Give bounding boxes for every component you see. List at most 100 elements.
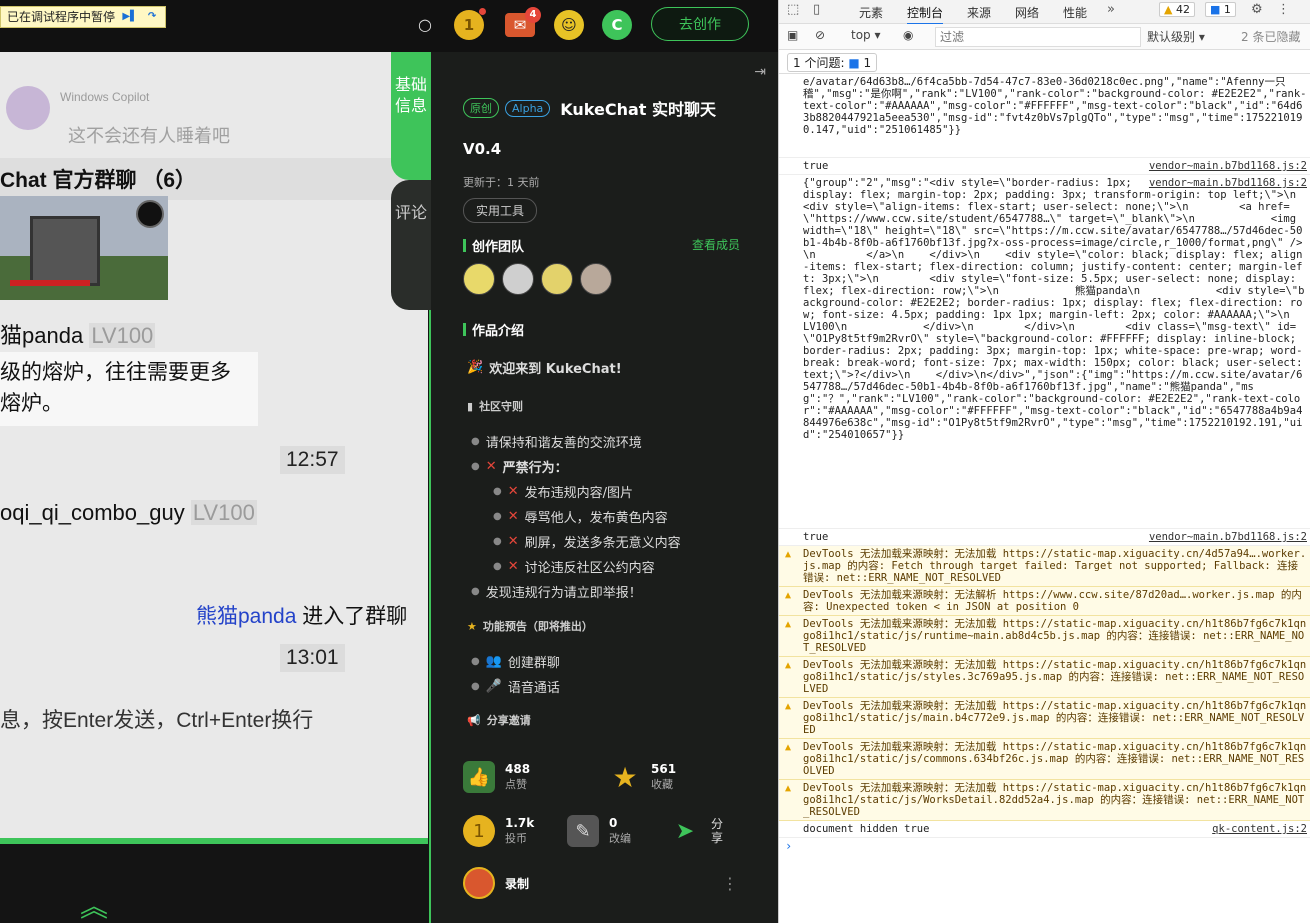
log-level-text: 默认级别	[1147, 30, 1196, 44]
hidden-count: 2 条已隐藏	[1241, 30, 1301, 44]
console-prompt[interactable]: ›	[779, 838, 1310, 856]
ccw-logo-icon[interactable]: C	[602, 10, 632, 40]
rule-item: ● 请保持和谐友善的交流环境	[471, 432, 642, 451]
adapt-button[interactable]: ✎ 0 改编	[567, 815, 631, 847]
favorite-label: 收藏	[651, 778, 673, 791]
step-over-icon[interactable]: ↷	[145, 10, 159, 24]
create-button[interactable]: 去创作	[651, 7, 749, 41]
inspect-icon[interactable]: ⬚	[787, 2, 799, 17]
tab-console[interactable]: 控制台	[907, 4, 944, 25]
updated-time: 更新于：1 天前	[463, 176, 540, 189]
log-level-select[interactable]: 默认级别 ▾	[1147, 28, 1205, 45]
issues-bar: 1 个问题: ■ 1	[779, 50, 1310, 74]
tab-performance[interactable]: 性能	[1063, 4, 1087, 21]
coin-icon[interactable]: 1	[454, 8, 486, 40]
console-output: e/avatar/64d63b8…/6f4ca5bb-7d54-47c7-83e…	[779, 74, 1310, 923]
gear-icon[interactable]: ⚙	[1251, 2, 1263, 17]
sidebar-toggle-icon[interactable]: ▣	[787, 28, 798, 42]
source-link[interactable]: qk-content.js:2	[1212, 823, 1307, 835]
console-message: vendor~main.b7bd1168.js:2 {"group":"2","m…	[779, 175, 1310, 529]
source-link[interactable]: vendor~main.b7bd1168.js:2	[1149, 531, 1307, 543]
join-username[interactable]: 熊猫panda	[196, 605, 296, 628]
cross-icon: ✕	[507, 559, 519, 574]
console-warning: DevTools 无法加载来源映射：无法加载 https://static-ma…	[779, 780, 1310, 821]
feature-item: ● 🎤 语音通话	[471, 679, 560, 696]
forbid-item: ● ✕ 辱骂他人，发布黄色内容	[493, 509, 668, 526]
tab-sources[interactable]: 来源	[967, 4, 991, 21]
collapse-icon[interactable]: ⇥	[754, 64, 766, 80]
context-text: top	[851, 28, 871, 42]
filter-input[interactable]	[935, 27, 1141, 47]
tab-elements[interactable]: 元素	[859, 4, 883, 21]
star-icon: ★	[612, 760, 638, 794]
device-toggle-icon[interactable]: ▯	[813, 2, 820, 17]
avatar[interactable]	[463, 263, 495, 295]
avatar[interactable]	[541, 263, 573, 295]
message-input[interactable]: 息，按Enter发送，Ctrl+Enter换行	[0, 704, 313, 734]
rules-heading: ▮ 社区守则	[467, 398, 523, 414]
issues-button[interactable]: 1 个问题: ■ 1	[787, 53, 878, 72]
view-members-link[interactable]: 查看成员	[692, 236, 740, 253]
forbidden-heading: ● ✕ 严禁行为：	[471, 459, 568, 476]
megaphone-icon: 📢	[467, 713, 481, 727]
version: V0.4	[463, 140, 502, 158]
adapt-count: 0	[609, 816, 618, 830]
message-line: 熔炉。	[0, 392, 63, 415]
favorite-button[interactable]: ★ 561 收藏	[609, 760, 676, 794]
feature-item: ● 👥 创建群聊	[471, 654, 560, 671]
warning-count[interactable]: ▲ 42	[1159, 2, 1195, 17]
message-time: 13:01	[280, 644, 345, 672]
adapt-icon: ✎	[567, 815, 599, 847]
app-area: 已在调试程序中暂停 ▶▌ ↷ ○ 1 ✉ 4 ☺ C 去创作 Windows Co…	[0, 0, 778, 923]
preview-heading-text: 功能预告（即将推出）	[482, 620, 593, 633]
tab-basic-info[interactable]: 基础信息	[391, 52, 431, 180]
info-count[interactable]: ■ 1	[1205, 2, 1236, 17]
background-text: 这不会还有人睡着吧	[68, 126, 230, 146]
mail-icon[interactable]: ✉ 4	[505, 7, 541, 37]
work-info-panel: 基础信息 评论 ⇥ 原创 Alpha KukeChat 实时聊天 V0.4 更新…	[391, 52, 778, 923]
coin-count: 1.7k	[505, 816, 535, 830]
more-tabs-icon[interactable]: »	[1107, 2, 1115, 17]
record-label: 录制	[505, 876, 530, 891]
more-icon[interactable]: ⋮	[722, 874, 738, 893]
console-message: e/avatar/64d63b8…/6f4ca5bb-7d54-47c7-83e…	[779, 74, 1310, 158]
search-icon[interactable]: ○	[418, 15, 432, 34]
coin-button[interactable]: 1 1.7k 投币	[463, 815, 534, 847]
forbid-text: 辱骂他人，发布黄色内容	[524, 511, 668, 526]
console-message: vendor~main.b7bd1168.js:2 true	[779, 529, 1310, 546]
party-icon: 🎉	[467, 360, 484, 375]
source-link[interactable]: vendor~main.b7bd1168.js:2	[1149, 160, 1307, 172]
share-button[interactable]: ➤ 分享	[669, 815, 725, 847]
cross-icon: ✕	[507, 484, 519, 499]
context-select[interactable]: top ▾	[851, 28, 881, 42]
cross-icon: ✕	[485, 459, 497, 474]
image-message[interactable]	[0, 196, 168, 300]
message-time: 12:57	[280, 446, 345, 474]
tab-network[interactable]: 网络	[1015, 4, 1039, 21]
coin-label: 投币	[505, 832, 527, 845]
like-button[interactable]: 👍 488 点赞	[463, 761, 530, 793]
rules-heading-text: 社区守则	[479, 400, 524, 413]
warning-text: DevTools 无法加载来源映射：无法加载 https://static-ma…	[803, 782, 1307, 818]
tab-comments[interactable]: 评论	[391, 180, 431, 310]
source-link[interactable]: vendor~main.b7bd1168.js:2	[1149, 177, 1307, 189]
console-text: {"group":"2","msg":"<div style=\"border-…	[803, 177, 1305, 441]
record-button[interactable]: 录制	[463, 867, 529, 899]
avatar[interactable]	[502, 263, 534, 295]
forbid-text: 刷屏，发送多条无意义内容	[524, 536, 681, 551]
category-tag[interactable]: 实用工具	[463, 198, 538, 223]
avatar[interactable]	[580, 263, 612, 295]
join-notice: 熊猫panda 进入了群聊	[196, 600, 407, 630]
chevron-up-icon[interactable]: ︽	[80, 893, 108, 921]
thumbs-up-icon: 👍	[463, 761, 495, 793]
clear-console-icon[interactable]: ⊘	[815, 28, 825, 42]
console-text: e/avatar/64d63b8…/6f4ca5bb-7d54-47c7-83e…	[803, 76, 1307, 136]
eye-icon[interactable]: ◉	[903, 28, 913, 42]
forbidden-text: 严禁行为：	[502, 461, 568, 476]
mascot-icon[interactable]: ☺	[554, 10, 584, 40]
forbid-item: ● ✕ 讨论违反社区公约内容	[493, 559, 655, 576]
like-label: 点赞	[505, 778, 527, 791]
kebab-menu-icon[interactable]: ⋮	[1277, 2, 1290, 17]
cross-icon: ✕	[507, 509, 519, 524]
resume-icon[interactable]: ▶▌	[122, 10, 137, 24]
